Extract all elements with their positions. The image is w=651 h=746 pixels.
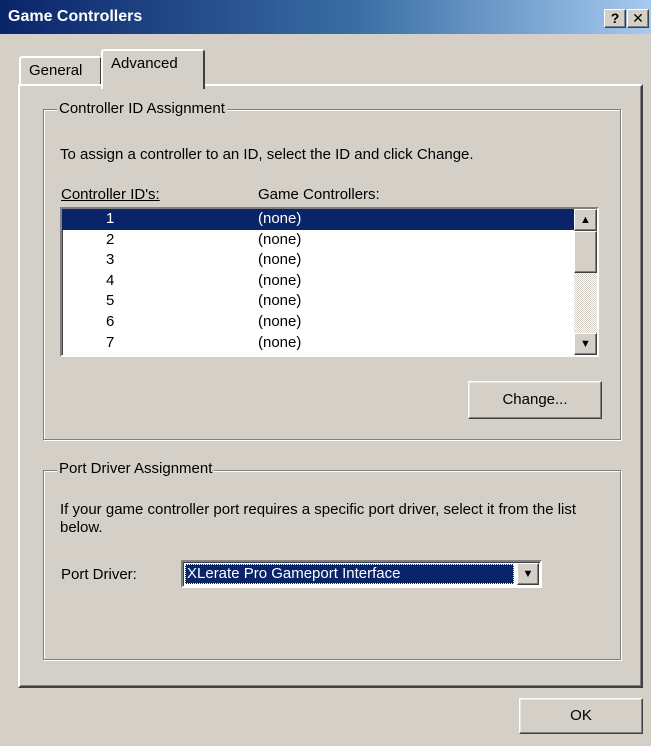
list-item-controller: (none): [258, 251, 302, 269]
tab-general[interactable]: General: [19, 56, 102, 86]
list-item-controller: (none): [258, 292, 302, 310]
chevron-down-icon: ▼: [522, 568, 534, 580]
list-item[interactable]: 4 (none): [62, 271, 597, 292]
list-scrollbar[interactable]: ▲ ▼: [574, 209, 597, 355]
controller-id-instructions: To assign a controller to an ID, select …: [60, 146, 474, 163]
list-item-controller: (none): [258, 333, 302, 351]
list-item-id: 5: [106, 292, 115, 310]
list-item-id: 3: [106, 251, 115, 269]
list-item-controller: (none): [258, 230, 302, 248]
list-item-controller: (none): [258, 210, 302, 227]
list-item-controller: (none): [258, 312, 302, 330]
list-item-controller: (none): [258, 271, 302, 289]
list-item-id: 4: [106, 271, 115, 289]
window-title: Game Controllers: [8, 8, 143, 25]
scroll-up-button[interactable]: ▲: [574, 209, 597, 231]
tab-advanced[interactable]: Advanced: [101, 49, 205, 89]
tab-advanced-label: Advanced: [111, 55, 178, 72]
change-button[interactable]: Change...: [468, 381, 602, 419]
port-driver-dropdown-button[interactable]: ▼: [517, 563, 539, 585]
controller-id-list[interactable]: 1 (none) 2 (none) 3 (none) 4 (none) 5 (n…: [60, 207, 599, 357]
list-item-id: 1: [106, 210, 115, 227]
tab-general-label: General: [29, 62, 83, 79]
list-item[interactable]: 2 (none): [62, 230, 597, 251]
close-button[interactable]: ✕: [627, 9, 649, 28]
list-item[interactable]: 6 (none): [62, 312, 597, 333]
list-item[interactable]: 3 (none): [62, 250, 597, 271]
help-button[interactable]: ?: [604, 9, 626, 28]
down-arrow-icon: ▼: [580, 338, 591, 350]
list-item[interactable]: 7 (none): [62, 333, 597, 354]
controller-id-column-header: Controller ID's:: [61, 186, 160, 203]
list-item-id: 7: [106, 333, 115, 351]
controller-id-legend: Controller ID Assignment: [57, 100, 227, 117]
title-bar[interactable]: Game Controllers ? ✕: [0, 0, 651, 34]
up-arrow-icon: ▲: [580, 214, 591, 226]
port-driver-selected-value: XLerate Pro Gameport Interface: [185, 564, 514, 584]
list-item[interactable]: 1 (none): [62, 209, 597, 230]
list-item-id: 2: [106, 230, 115, 248]
port-driver-select[interactable]: XLerate Pro Gameport Interface ▼: [181, 560, 542, 588]
ok-button[interactable]: OK: [519, 698, 643, 734]
list-item-id: 6: [106, 312, 115, 330]
port-driver-instructions: If your game controller port requires a …: [60, 501, 577, 536]
scroll-thumb[interactable]: [574, 231, 597, 273]
list-item[interactable]: 5 (none): [62, 291, 597, 312]
port-driver-label: Port Driver:: [61, 566, 137, 583]
scroll-down-button[interactable]: ▼: [574, 333, 597, 355]
port-driver-legend: Port Driver Assignment: [57, 460, 215, 477]
game-controllers-column-header: Game Controllers:: [258, 186, 380, 203]
